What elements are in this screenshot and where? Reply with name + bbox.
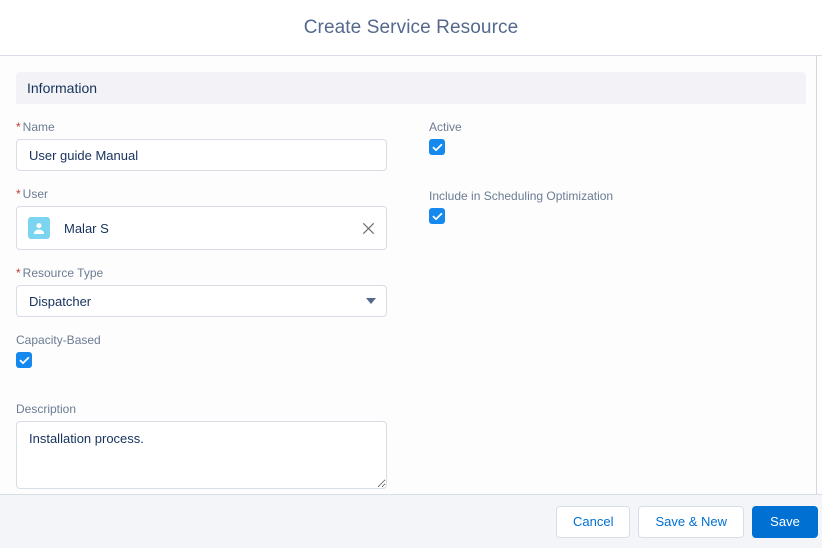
description-textarea[interactable] [16, 421, 387, 489]
modal-header: Create Service Resource [0, 0, 822, 56]
user-lookup-input[interactable]: Malar S [16, 206, 387, 250]
field-resource-type: * Resource Type Dispatcher [16, 266, 393, 317]
user-pill[interactable]: Malar S [22, 212, 358, 244]
scrollbar-track[interactable] [816, 56, 817, 494]
active-checkbox[interactable] [429, 139, 445, 155]
required-indicator-resource-type: * [16, 266, 21, 280]
modal-footer: Cancel Save & New Save [0, 494, 822, 548]
check-icon [432, 212, 442, 220]
check-icon [432, 143, 442, 151]
section-header-title: Information [27, 80, 98, 96]
field-label-capacity-based: Capacity-Based [16, 333, 101, 347]
form-column-right: Active Include in Scheduling Optimizatio… [411, 120, 806, 494]
resource-type-select-wrapper: Dispatcher [16, 285, 387, 317]
field-capacity-based: Capacity-Based [16, 333, 393, 368]
name-input[interactable] [16, 139, 387, 171]
cancel-button[interactable]: Cancel [555, 505, 631, 538]
page-title: Create Service Resource [303, 16, 519, 38]
field-label-name: * Name [16, 120, 393, 135]
field-label-user: * User [16, 187, 393, 202]
resource-type-select[interactable]: Dispatcher [16, 285, 387, 317]
field-label-resource-type: * Resource Type [16, 266, 393, 281]
required-indicator-name: * [16, 120, 21, 134]
field-label-include-in-scheduling-optimization: Include in Scheduling Optimization [429, 189, 614, 203]
required-indicator-user: * [16, 187, 21, 201]
form-column-left: *Name *User [16, 120, 411, 494]
field-label-resource-type-text: Resource Type [22, 266, 104, 280]
field-description: Description [16, 402, 393, 494]
field-active: Active [429, 120, 806, 155]
field-label-active: Active [429, 120, 462, 134]
section-header-information: Information [16, 72, 806, 104]
check-icon [19, 356, 29, 364]
field-label-description: Description [16, 402, 77, 416]
field-include-in-scheduling-optimization: Include in Scheduling Optimization [429, 189, 806, 224]
include-in-scheduling-optimization-checkbox[interactable] [429, 208, 445, 224]
user-avatar-icon [28, 217, 50, 239]
field-label-name-text: Name [22, 120, 55, 134]
create-service-resource-modal: Create Service Resource Information * Nam… [0, 0, 822, 548]
save-button[interactable]: Save [752, 505, 818, 538]
capacity-based-checkbox[interactable] [16, 352, 32, 368]
modal-body: Information *Name *User [0, 56, 822, 494]
field-name: * Name [16, 120, 393, 171]
resource-type-selected-value: Dispatcher [29, 293, 92, 309]
save-and-new-button[interactable]: Save & New [638, 505, 744, 538]
form-grid: *Name *User [0, 104, 822, 494]
field-user: * User Malar S [16, 187, 393, 250]
close-icon[interactable] [358, 218, 378, 238]
user-pill-label: Malar S [64, 220, 109, 236]
field-label-user-text: User [22, 187, 49, 201]
